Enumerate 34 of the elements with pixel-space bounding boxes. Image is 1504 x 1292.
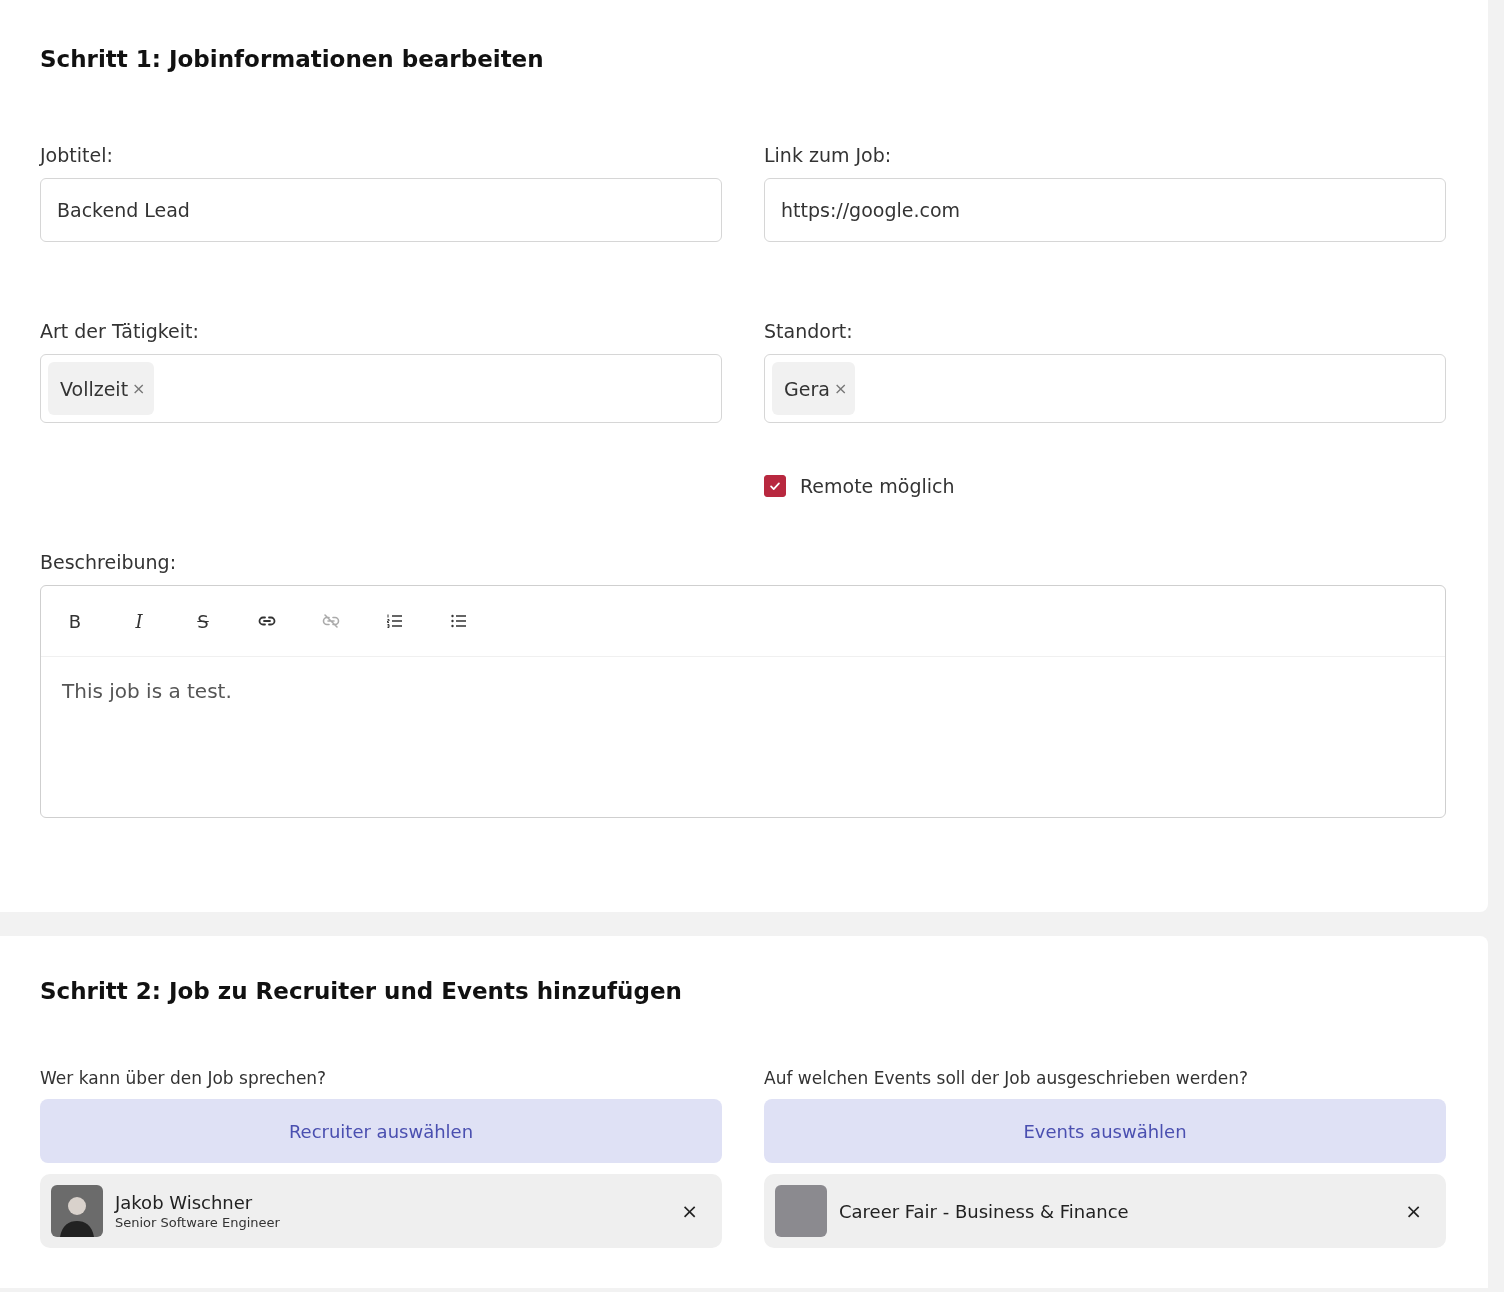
item-subtitle: Senior Software Engineer: [115, 1215, 281, 1230]
checkbox[interactable]: [764, 475, 786, 497]
unlink-icon: [321, 611, 341, 631]
remove-button[interactable]: ×: [671, 1195, 708, 1227]
field-label: Link zum Job:: [764, 144, 893, 166]
input-field[interactable]: Backend Lead: [40, 178, 722, 242]
section-title: Schritt 1: Jobinformationen bearbeiten: [40, 46, 545, 72]
field-label: Jobtitel:: [40, 144, 114, 166]
section-title: Schritt 2: Job zu Recruiter und Events hinzufügen: [40, 978, 683, 1004]
remove-button[interactable]: ×: [1395, 1195, 1432, 1227]
description-text: This job is a test.: [62, 679, 232, 703]
item-title: Jakob Wischner: [115, 1192, 254, 1213]
tag-input-field[interactable]: Vollzeit ×: [40, 354, 722, 423]
checkbox-label: Remote möglich: [800, 475, 955, 497]
field-label: Beschreibung:: [40, 551, 178, 573]
question-label: Auf welchen Events soll der Job ausgeschrieben werden?: [764, 1068, 1248, 1088]
italic-button[interactable]: I: [119, 601, 159, 641]
input-field[interactable]: https://google.com: [764, 178, 1446, 242]
select-button[interactable]: Events auswählen: [764, 1099, 1446, 1163]
strike-button[interactable]: S: [183, 601, 223, 641]
remove-button[interactable]: ×: [128, 379, 146, 398]
avatar-icon: [51, 1185, 103, 1237]
question-label: Wer kann über den Job sprechen?: [40, 1068, 327, 1088]
rich-text-editor[interactable]: B I S This job is a test.: [40, 585, 1446, 818]
tag-input-field[interactable]: Gera ×: [764, 354, 1446, 423]
photo-placeholder: [775, 1185, 827, 1237]
field-label: Standort:: [764, 320, 854, 342]
tag-label: Gera: [784, 377, 830, 400]
item-title: Career Fair - Business & Finance: [839, 1200, 1130, 1222]
field-label: Art der Tätigkeit:: [40, 320, 200, 342]
bold-button[interactable]: B: [55, 601, 95, 641]
tag-label: Vollzeit: [60, 377, 129, 400]
remove-button[interactable]: ×: [829, 379, 848, 398]
select-button[interactable]: Recruiter auswählen: [40, 1099, 722, 1163]
